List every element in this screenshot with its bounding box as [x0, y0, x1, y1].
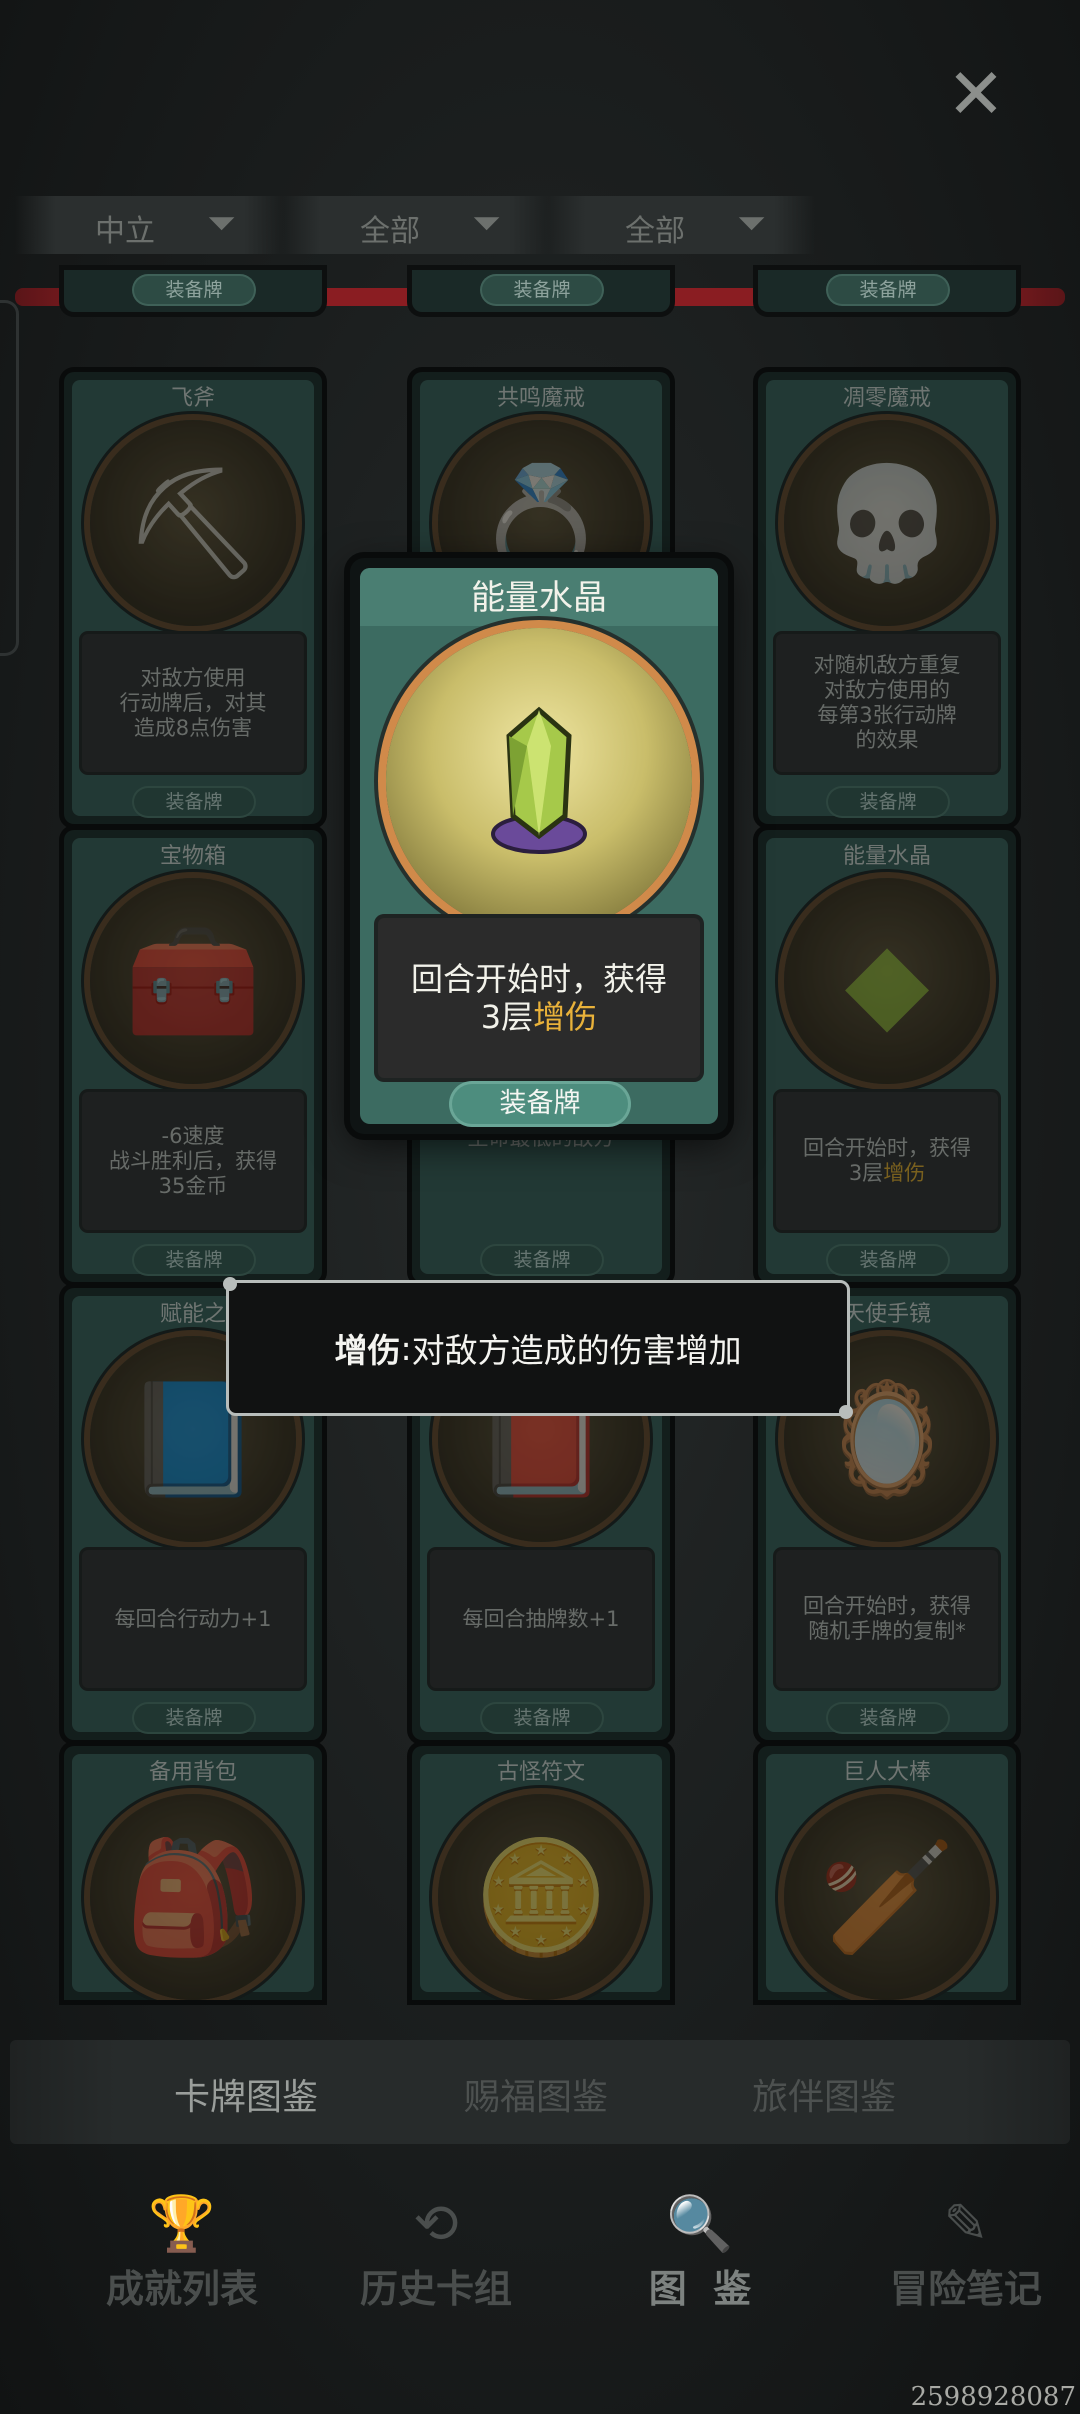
- card-partial[interactable]: 装备牌: [64, 270, 322, 312]
- funnel-icon: ⏷: [472, 203, 501, 244]
- filter-rarity-dropdown[interactable]: 全部 ⏷: [545, 196, 815, 254]
- rune-icon: 🪙: [438, 1794, 644, 2000]
- card-withered-ring[interactable]: 凋零魔戒 💀 对随机敌方重复 对敌方使用的 每第3张行动牌 的效果 装备牌: [758, 372, 1016, 824]
- nav-codex[interactable]: 🔍 图 鉴: [600, 2192, 800, 2313]
- close-icon[interactable]: ✕: [944, 59, 1008, 129]
- crystal-icon: [386, 628, 692, 934]
- card-type-badge: 装备牌: [828, 276, 948, 304]
- card-flying-axe[interactable]: 飞斧 ⛏ 对敌方使用 行动牌后，对其 造成8点伤害 装备牌: [64, 372, 322, 824]
- card-description: 每回合行动力+1: [82, 1550, 304, 1688]
- card-odd-rune[interactable]: 古怪符文 🪙: [412, 1746, 670, 2000]
- nav-label: 成就列表: [105, 2267, 258, 2311]
- keyword-highlight[interactable]: 增伤: [533, 998, 597, 1036]
- filter-label: 中立: [95, 214, 155, 249]
- tooltip-sep: :: [400, 1328, 412, 1368]
- card-description: 每回合抽牌数+1: [430, 1550, 652, 1688]
- history-icon: ⟲: [413, 2192, 459, 2255]
- notebook-icon: ✎: [943, 2192, 989, 2255]
- backpack-icon: 🎒: [90, 1794, 296, 2000]
- desc-highlight: 增伤: [883, 1161, 926, 1185]
- filter-bar: 中立 ⏷ 全部 ⏷ 全部 ⏷: [15, 196, 1055, 254]
- card-description: 回合开始时，获得 随机手牌的复制*: [776, 1550, 998, 1688]
- card-type-badge: 装备牌: [828, 1246, 948, 1274]
- popup-card-description: 回合开始时，获得 3层增伤: [378, 918, 700, 1078]
- nav-history-decks[interactable]: ⟲ 历史卡组: [336, 2192, 536, 2313]
- trophy-icon: 🏆: [148, 2192, 216, 2255]
- card-type-badge: 装备牌: [828, 788, 948, 816]
- filter-type-dropdown[interactable]: 全部 ⏷: [280, 196, 550, 254]
- card-title: 宝物箱: [159, 844, 226, 869]
- card-title: 飞斧: [170, 386, 215, 411]
- tooltip-text: 对敌方造成的伤害增加: [411, 1331, 742, 1370]
- card-giant-club[interactable]: 巨人大棒 🏏: [758, 1746, 1016, 2000]
- card-title: 能量水晶: [842, 844, 931, 869]
- nav-label: 冒险笔记: [889, 2267, 1042, 2311]
- chest-icon: 🧰: [90, 878, 296, 1084]
- axe-icon: ⛏: [90, 420, 296, 626]
- card-partial[interactable]: 装备牌: [758, 270, 1016, 312]
- filter-label: 全部: [360, 214, 420, 249]
- tooltip-term: 增伤: [334, 1331, 401, 1370]
- popup-card-title: 能量水晶: [471, 578, 607, 618]
- card-partial[interactable]: 装备牌: [412, 270, 670, 312]
- crystal-icon: ◆: [784, 878, 990, 1084]
- side-handle[interactable]: [0, 300, 19, 656]
- card-energy-crystal[interactable]: 能量水晶 ◆ 回合开始时，获得 3层增伤 装备牌: [758, 830, 1016, 1282]
- funnel-icon: ⏷: [737, 203, 766, 244]
- filter-label: 全部: [625, 214, 685, 249]
- keyword-tooltip: 增伤: 对敌方造成的伤害增加: [223, 1277, 853, 1419]
- card-description: -6速度 战斗胜利后，获得 35金币: [82, 1092, 304, 1230]
- nav-label: 历史卡组: [359, 2267, 512, 2311]
- card-title: 古怪符文: [496, 1760, 585, 1785]
- card-type-badge: 装备牌: [482, 1704, 602, 1732]
- desc-line: 回合开始时，获得: [410, 960, 667, 998]
- card-detail-popup[interactable]: 能量水晶 回合开始时，获得 3层增伤 装备牌: [350, 558, 728, 1134]
- card-type-badge: 装备牌: [482, 276, 602, 304]
- card-type-badge: 装备牌: [134, 276, 254, 304]
- nav-adventure-notes[interactable]: ✎ 冒险笔记: [866, 2192, 1066, 2313]
- card-title: 凋零魔戒: [842, 386, 931, 411]
- card-type-badge: 装备牌: [134, 788, 254, 816]
- card-title: 共鸣魔戒: [496, 386, 585, 411]
- nav-achievements[interactable]: 🏆 成就列表: [82, 2192, 282, 2313]
- tab-blessing-codex[interactable]: 赐福图鉴: [464, 2068, 608, 2120]
- filter-class-dropdown[interactable]: 中立 ⏷: [15, 196, 285, 254]
- club-icon: 🏏: [784, 1794, 990, 2000]
- card-title: 巨人大棒: [842, 1760, 931, 1785]
- card-type-badge: 装备牌: [828, 1704, 948, 1732]
- tab-companion-codex[interactable]: 旅伴图鉴: [752, 2068, 896, 2120]
- nav-label: 图 鉴: [648, 2267, 752, 2311]
- card-description: 对随机敌方重复 对敌方使用的 每第3张行动牌 的效果: [776, 634, 998, 772]
- card-type-badge: 装备牌: [482, 1246, 602, 1274]
- magnifier-icon: 🔍: [666, 2192, 734, 2255]
- card-description: 对敌方使用 行动牌后，对其 造成8点伤害: [82, 634, 304, 772]
- codex-tab-bar: 卡牌图鉴 赐福图鉴 旅伴图鉴: [10, 2040, 1070, 2144]
- card-type-badge: 装备牌: [452, 1084, 628, 1124]
- desc-text: 3层: [480, 998, 534, 1036]
- skull-ring-icon: 💀: [784, 420, 990, 626]
- card-type-badge: 装备牌: [134, 1246, 254, 1274]
- card-type-badge: 装备牌: [134, 1704, 254, 1732]
- card-spare-backpack[interactable]: 备用背包 🎒: [64, 1746, 322, 2000]
- player-id: 2598928087: [910, 2382, 1076, 2412]
- card-description: 回合开始时，获得 3层增伤: [776, 1092, 998, 1230]
- funnel-icon: ⏷: [207, 203, 236, 244]
- card-title: 备用背包: [148, 1760, 237, 1785]
- card-treasure-chest[interactable]: 宝物箱 🧰 -6速度 战斗胜利后，获得 35金币 装备牌: [64, 830, 322, 1282]
- tab-card-codex[interactable]: 卡牌图鉴: [174, 2068, 318, 2120]
